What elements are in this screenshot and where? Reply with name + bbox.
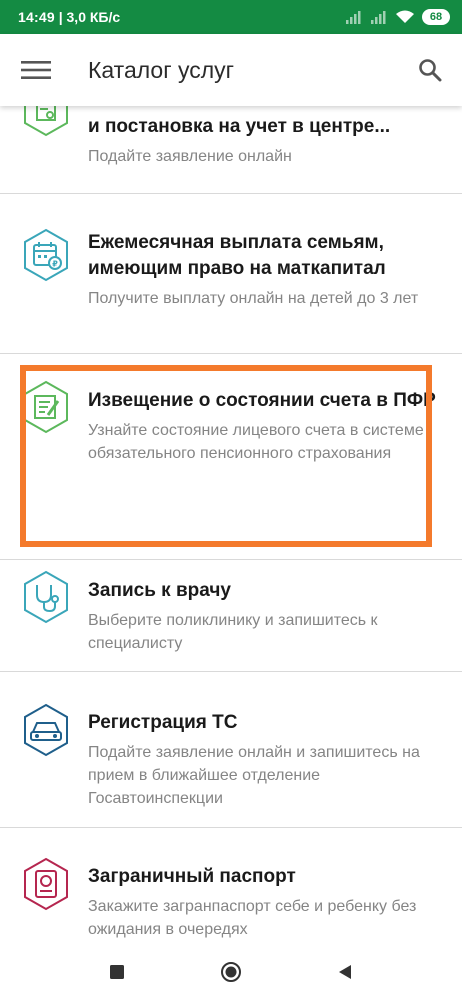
list-item[interactable]: Заграничный паспорт Закажите загранпаспо…: [0, 828, 462, 944]
signal-icon: [346, 11, 361, 24]
search-icon: [419, 59, 442, 82]
recent-apps-icon: [110, 965, 124, 979]
page-title: Каталог услуг: [88, 56, 235, 83]
service-description: Подайте заявление онлайн: [88, 148, 292, 165]
service-title: Регистрация ТС: [88, 712, 238, 733]
service-title: Извещение о состоянии счета в ПФР: [88, 390, 436, 411]
service-description: Получите выплату онлайн на детей до 3 ле…: [88, 290, 419, 307]
signal-icon-2: [371, 11, 386, 24]
service-description: Подайте заявление онлайн и запишитесь на…: [88, 744, 420, 807]
list-item[interactable]: ₽ Ежемесячная выплата семьям, имеющим пр…: [0, 194, 462, 354]
status-bar: 14:49 | 3,0 КБ/с 68: [0, 0, 462, 34]
service-list: и постановка на учет в центре... Подайте…: [0, 106, 462, 944]
search-button[interactable]: [398, 34, 462, 106]
service-title: и постановка на учет в центре...: [88, 116, 391, 137]
back-button[interactable]: [325, 952, 365, 992]
battery-indicator: 68: [422, 9, 450, 25]
svg-text:₽: ₽: [52, 260, 58, 269]
calendar-payment-icon: ₽: [24, 228, 68, 282]
wifi-icon: [396, 10, 414, 23]
status-time: 14:49: [18, 9, 55, 25]
status-icons: 68: [345, 9, 450, 25]
document-application-icon: [24, 106, 68, 137]
service-title: Заграничный паспорт: [88, 866, 296, 887]
list-item[interactable]: и постановка на учет в центре... Подайте…: [0, 106, 462, 194]
list-item[interactable]: Запись к врачу Выберите поликлинику и за…: [0, 560, 462, 672]
service-description: Закажите загранпаспорт себе и ребенку бе…: [88, 898, 417, 938]
app-bar: Каталог услуг: [0, 34, 462, 106]
back-icon: [339, 965, 351, 979]
list-item[interactable]: Регистрация ТС Подайте заявление онлайн …: [0, 672, 462, 828]
list-item-highlighted[interactable]: Извещение о состоянии счета в ПФР Узнайт…: [0, 354, 462, 554]
passport-icon: [24, 857, 68, 911]
service-description: Узнайте состояние лицевого счета в систе…: [88, 422, 424, 462]
document-edit-icon: [24, 380, 68, 434]
home-button[interactable]: [211, 952, 251, 992]
status-network-speed: 3,0 КБ/с: [66, 9, 121, 25]
menu-button[interactable]: [0, 34, 72, 106]
system-nav-bar: [0, 944, 462, 1000]
hamburger-menu-icon: [21, 61, 51, 79]
service-title: Запись к врачу: [88, 580, 231, 601]
service-description: Выберите поликлинику и запишитесь к спец…: [88, 612, 378, 652]
recent-apps-button[interactable]: [97, 952, 137, 992]
stethoscope-icon: [24, 570, 68, 624]
service-title: Ежемесячная выплата семьям, имеющим прав…: [88, 232, 386, 279]
home-icon: [221, 962, 241, 982]
car-icon: [24, 703, 68, 757]
status-separator: |: [54, 9, 67, 25]
